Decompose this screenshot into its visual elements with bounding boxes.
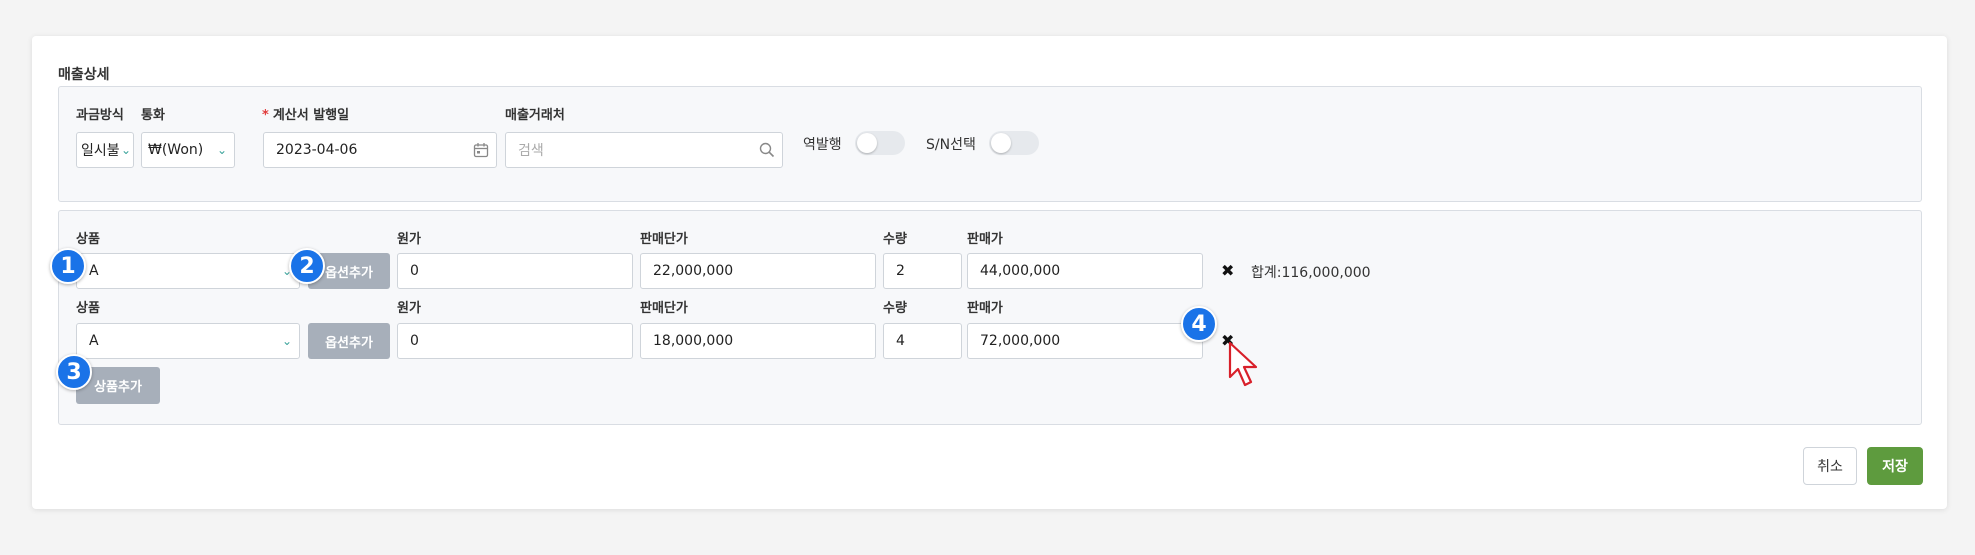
search-icon[interactable] [752,142,782,158]
remove-row-icon[interactable]: ✖ [1221,263,1234,279]
sale-price-label: 판매가 [967,232,1003,247]
product-select[interactable]: A ⌄ [76,323,300,359]
reverse-issue-toggle[interactable] [855,131,905,155]
section-title: 매출상세 [58,67,110,83]
qty-label: 수량 [883,232,907,247]
billing-method-label: 과금방식 [76,108,124,123]
qty-value: 2 [896,263,905,279]
save-button[interactable]: 저장 [1867,447,1923,485]
currency-label: 통화 [141,108,165,123]
unit-price-value: 22,000,000 [653,263,734,279]
issue-date-value: 2023-04-06 [276,142,358,158]
step-badge-4: 4 [1181,306,1217,342]
cursor-pointer-icon [1226,341,1262,393]
product-value: A [89,333,99,349]
currency-select[interactable]: ₩(Won) ⌄ [141,132,235,168]
step-badge-2: 2 [289,248,325,284]
cost-input[interactable]: 0 [397,323,633,359]
client-search-input[interactable]: 검색 [505,132,783,168]
unit-price-input[interactable]: 18,000,000 [640,323,876,359]
issue-date-label: * 계산서 발행일 [262,104,349,123]
calendar-icon[interactable] [466,142,496,158]
issue-date-input[interactable]: 2023-04-06 [263,132,497,168]
sale-price-input[interactable]: 44,000,000 [967,253,1203,289]
header-box: 과금방식 일시불 ⌄ 통화 ₩(Won) ⌄ * 계산서 발행일 2023-04-… [58,86,1922,202]
unit-price-input[interactable]: 22,000,000 [640,253,876,289]
chevron-down-icon: ⌄ [216,143,228,157]
chevron-down-icon: ⌄ [120,143,132,157]
cancel-button[interactable]: 취소 [1803,447,1857,485]
step-badge-3: 3 [56,354,92,390]
unit-price-label: 판매단가 [640,232,688,247]
issue-date-label-text: 계산서 발행일 [272,108,350,123]
sale-price-value: 72,000,000 [980,333,1061,349]
sale-price-input[interactable]: 72,000,000 [967,323,1203,359]
qty-input[interactable]: 2 [883,253,962,289]
chevron-down-icon: ⌄ [281,334,293,348]
product-label: 상품 [76,232,100,247]
cost-label: 원가 [397,232,421,247]
client-search-placeholder: 검색 [518,143,544,159]
qty-label: 수량 [883,301,907,316]
required-mark: * [262,108,269,123]
step-badge-1: 1 [50,248,86,284]
product-box: 상품 A ⌄ 옵션추가 원가 0 판매단가 22,000,000 수량 2 판매… [58,210,1922,425]
cost-value: 0 [410,263,419,279]
billing-method-value: 일시불 [81,143,119,159]
cost-value: 0 [410,333,419,349]
billing-method-select[interactable]: 일시불 ⌄ [76,132,134,168]
sn-select-label: S/N선택 [926,137,976,153]
unit-price-value: 18,000,000 [653,333,734,349]
total-text: 합계:116,000,000 [1251,265,1371,281]
sale-price-value: 44,000,000 [980,263,1061,279]
unit-price-label: 판매단가 [640,301,688,316]
sn-select-toggle[interactable] [989,131,1039,155]
currency-value: ₩(Won) [148,142,204,158]
product-select[interactable]: A ⌄ [76,253,300,289]
reverse-issue-label: 역발행 [803,137,842,153]
option-add-button[interactable]: 옵션추가 [308,323,390,359]
client-label: 매출거래처 [505,108,565,123]
toggle-knob [991,133,1011,153]
cost-input[interactable]: 0 [397,253,633,289]
toggle-knob [857,133,877,153]
product-value: A [89,263,99,279]
qty-input[interactable]: 4 [883,323,962,359]
cost-label: 원가 [397,301,421,316]
product-label: 상품 [76,301,100,316]
qty-value: 4 [896,333,905,349]
sale-price-label: 판매가 [967,301,1003,316]
